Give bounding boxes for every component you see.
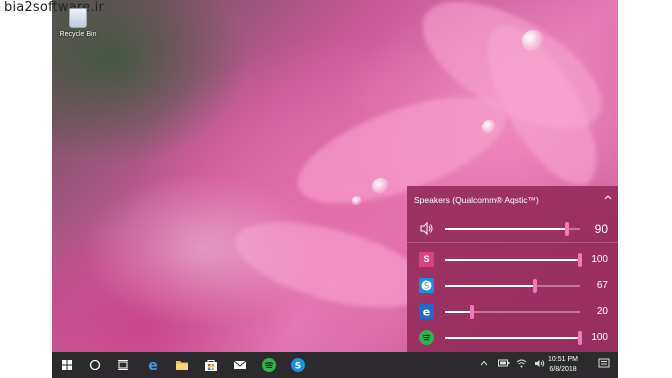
svg-text:e: e [423, 306, 430, 319]
svg-text:S: S [424, 282, 429, 291]
app-volume-row: e 20 [407, 301, 618, 323]
store-icon[interactable] [203, 357, 219, 373]
battery-icon[interactable] [498, 359, 510, 369]
divider [407, 242, 618, 243]
slider-fill [445, 285, 536, 287]
slider-thumb[interactable] [533, 279, 538, 293]
skype-icon: S [419, 278, 434, 293]
notification-icon[interactable] [598, 358, 610, 371]
wifi-icon[interactable] [516, 359, 527, 370]
recycle-bin-icon [69, 8, 87, 28]
water-drop [522, 30, 544, 52]
slider-thumb[interactable] [564, 222, 569, 236]
recycle-bin[interactable]: Recycle Bin [58, 8, 98, 38]
spotify-icon [419, 330, 434, 345]
app-volume-row: S 67 [407, 275, 618, 297]
app-volume-row: S 100 [407, 249, 618, 271]
system-clock[interactable]: 10:51 PM 6/8/2018 [548, 355, 578, 375]
spotify-icon[interactable] [261, 357, 277, 373]
slider-fill [445, 337, 580, 339]
taskbar: e S 10:51 PM 6/8/2018 [52, 352, 618, 378]
volume-flyout: Speakers (Qualcomm® Aqstic™) 90 S 100 S … [407, 186, 618, 352]
petal [226, 205, 438, 325]
app-volume-slider[interactable] [445, 305, 580, 319]
slider-fill [445, 259, 580, 261]
cortana-icon[interactable] [87, 357, 103, 373]
slider-thumb[interactable] [578, 331, 582, 345]
app-volume-value: 100 [591, 254, 608, 265]
file-explorer-icon[interactable] [174, 357, 190, 373]
volume-icon[interactable] [534, 359, 545, 370]
chevron-up-icon[interactable] [604, 192, 612, 202]
speaker-icon[interactable] [419, 221, 434, 236]
slider-thumb[interactable] [578, 253, 582, 267]
master-volume-value: 90 [594, 222, 608, 236]
app-volume-slider[interactable] [445, 253, 582, 267]
master-volume-row: 90 [407, 218, 618, 240]
chevron-up-icon[interactable] [480, 359, 488, 369]
edge-icon: e [419, 304, 434, 319]
app-volume-value: 20 [596, 306, 608, 317]
app-volume-row: 100 [407, 327, 618, 349]
slider-fill [445, 228, 567, 230]
water-drop [372, 178, 390, 194]
svg-text:S: S [295, 362, 301, 372]
task-view-icon[interactable] [115, 357, 131, 373]
svg-text:e: e [148, 358, 158, 373]
app-volume-value: 100 [591, 332, 608, 343]
water-drop [352, 196, 362, 206]
master-volume-slider[interactable] [445, 222, 580, 236]
clock-time: 10:51 PM [548, 356, 578, 363]
slider-thumb[interactable] [470, 305, 474, 319]
app-volume-slider[interactable] [445, 331, 582, 345]
clock-date: 6/8/2018 [549, 366, 577, 373]
windows-start-icon[interactable] [59, 357, 75, 373]
app-volume-slider[interactable] [445, 279, 580, 293]
slider-fill [445, 311, 472, 313]
device-name: Speakers (Qualcomm® Aqstic™) [414, 195, 539, 205]
mail-icon[interactable] [232, 357, 248, 373]
edge-icon[interactable]: e [145, 357, 161, 374]
app-s-icon: S [419, 252, 434, 267]
recycle-bin-label: Recycle Bin [59, 31, 97, 38]
water-drop [482, 120, 496, 134]
app-volume-value: 67 [596, 280, 608, 291]
skype-icon[interactable]: S [290, 357, 306, 373]
